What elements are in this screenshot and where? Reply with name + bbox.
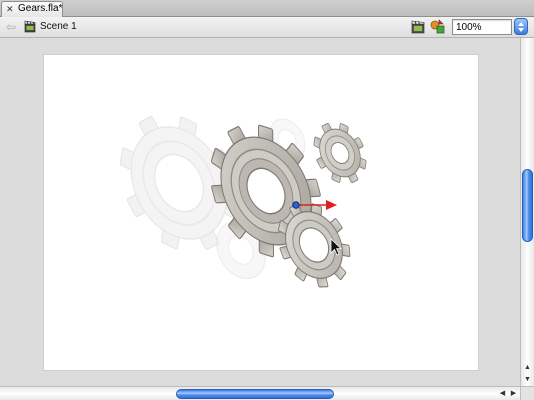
document-tab-bar: ✕ Gears.fla* [0,0,534,17]
scroll-up-icon[interactable]: ▲ [521,362,534,373]
scroll-down-icon[interactable]: ▼ [521,374,534,385]
horizontal-scrollbar[interactable]: ◀ ▶ [0,386,534,400]
scene-label[interactable]: Scene 1 [40,21,77,32]
motion-arrow-icon[interactable] [326,200,337,210]
edit-scene-icon[interactable] [411,19,425,34]
close-tab-icon[interactable]: ✕ [6,2,14,16]
stepper-down-icon [518,28,524,32]
scroll-right-icon[interactable]: ▶ [508,388,519,400]
back-arrow-icon[interactable]: ⇦ [6,20,16,34]
registration-point[interactable] [292,201,300,209]
stage[interactable] [44,55,478,370]
stepper-up-icon [518,22,524,26]
edit-symbols-icon[interactable] [430,19,445,34]
document-tab[interactable]: ✕ Gears.fla* [1,1,63,17]
vertical-scroll-thumb[interactable] [522,169,533,242]
scrollbar-corner [520,386,534,400]
zoom-input[interactable] [452,19,512,35]
stage-artwork [119,115,367,288]
clapperboard-icon [24,20,36,33]
document-tab-title: Gears.fla* [18,3,63,14]
horizontal-scroll-thumb[interactable] [176,389,334,399]
scroll-left-icon[interactable]: ◀ [497,388,508,400]
zoom-stepper[interactable] [514,18,528,35]
pasteboard [0,38,520,386]
vertical-scrollbar[interactable]: ▲ ▼ [520,38,534,386]
edit-bar: ⇦ Scene 1 [0,17,534,38]
